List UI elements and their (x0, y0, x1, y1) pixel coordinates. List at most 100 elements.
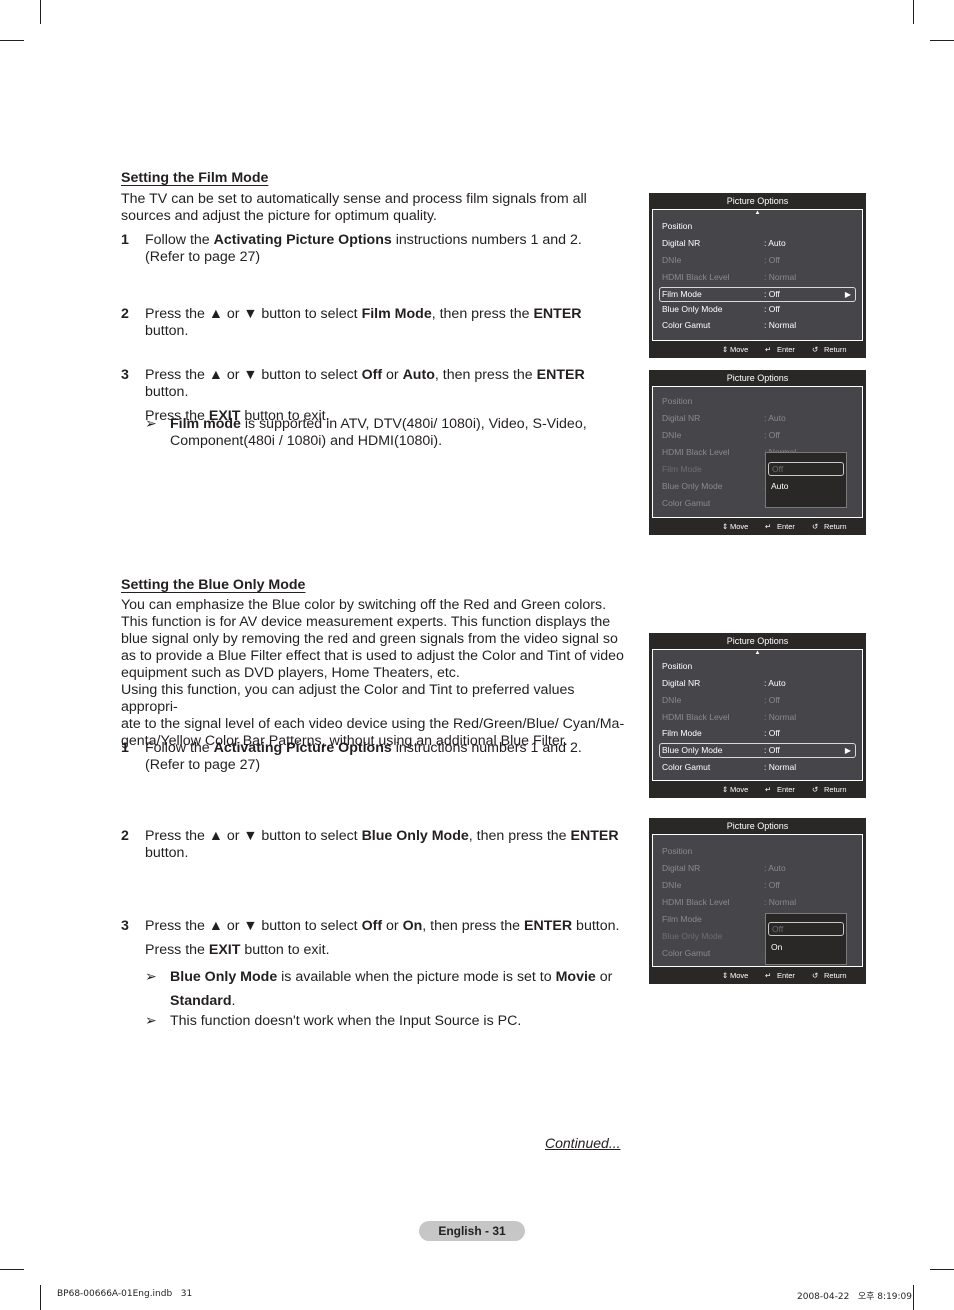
menu-item-film-mode[interactable]: Film Mode: Off ▶ (659, 287, 856, 302)
menu-item-label: Color Gamut (662, 762, 711, 772)
osd-menu-list: Position Digital NR: Auto DNIe: Off HDMI… (652, 834, 863, 967)
menu-item-position[interactable]: Position (659, 219, 856, 233)
step-text-bold: Off (361, 918, 383, 934)
menu-item-value: : Normal (764, 897, 797, 907)
step-text-bold: ENTER (524, 918, 573, 934)
blue-note-1: ➢ Blue Only Mode is available when the p… (145, 965, 625, 1013)
enter-hint: Enter (777, 522, 795, 531)
option-off[interactable]: Off (768, 462, 844, 476)
option-off[interactable]: Off (768, 922, 844, 936)
menu-item-label: Digital NR (662, 678, 701, 688)
return-hint: Return (824, 971, 847, 980)
menu-item-value: : Off (764, 695, 780, 705)
menu-item-color-gamut[interactable]: Color Gamut: Normal (659, 760, 856, 774)
menu-item-label: Position (662, 396, 693, 406)
film-intro-line: sources and adjust the picture for optim… (121, 208, 437, 224)
crop-mark (0, 1269, 24, 1270)
move-icon: ⇕ (722, 522, 729, 531)
menu-item-position: Position (659, 844, 856, 858)
menu-item-label: Blue Only Mode (662, 931, 723, 941)
scroll-up-icon[interactable]: ▲ (755, 210, 761, 216)
note-arrow-icon: ➢ (145, 969, 157, 985)
return-icon: ↺ (812, 522, 819, 531)
crop-mark (930, 40, 954, 41)
osd-title: Picture Options (726, 373, 789, 383)
menu-item-hdmi-black-level: HDMI Black Level: Normal (659, 710, 856, 724)
step-text-bold: Off (361, 367, 383, 383)
menu-item-label: HDMI Black Level (662, 897, 730, 907)
menu-item-value: : Normal (764, 712, 797, 722)
step-text: (Refer to page 27) (145, 249, 261, 265)
menu-item-label: HDMI Black Level (662, 272, 730, 282)
osd-menu-list: ▲ Position Digital NR: Auto DNIe: Off HD… (652, 209, 863, 341)
menu-item-blue-only-mode[interactable]: Blue Only Mode: Off (659, 302, 856, 316)
blue-step-1: 1 Follow the Activating Picture Options … (121, 740, 626, 774)
blue-intro-line: as to provide a Blue Filter effect that … (121, 648, 624, 664)
blue-step-2: 2 Press the ▲ or ▼ button to select Blue… (121, 828, 626, 862)
return-hint: Return (824, 522, 847, 531)
step-text: , then press the (434, 367, 537, 383)
note-arrow-icon: ➢ (145, 416, 157, 432)
menu-item-label: Blue Only Mode (662, 304, 723, 314)
step-text: Follow the (145, 740, 214, 756)
note-text: Component(480i / 1080i) and HDMI(1080i). (170, 433, 443, 449)
menu-item-film-mode[interactable]: Film Mode: Off (659, 726, 856, 740)
menu-item-label: Color Gamut (662, 948, 711, 958)
menu-item-value: : Off (764, 745, 780, 755)
menu-item-value: : Off (764, 255, 780, 265)
step-text-bold: Blue Only Mode (361, 828, 469, 844)
film-step-1: 1 Follow the Activating Picture Options … (121, 232, 626, 266)
menu-item-blue-only-mode[interactable]: Blue Only Mode: Off ▶ (659, 743, 856, 758)
menu-item-label: Position (662, 846, 693, 856)
film-note: ➢ Film mode is supported in ATV, DTV(480… (145, 416, 625, 450)
section-heading-film-mode: Setting the Film Mode (121, 170, 269, 186)
menu-item-position[interactable]: Position (659, 659, 856, 673)
step-text-bold: ENTER (533, 306, 582, 322)
osd-blue-only-mode-popup: Picture Options Position Digital NR: Aut… (649, 818, 866, 984)
note-text: . (231, 993, 236, 1009)
play-arrow-icon: ▶ (844, 290, 851, 299)
move-icon: ⇕ (722, 785, 729, 794)
menu-item-label: DNIe (662, 880, 682, 890)
menu-item-value: : Normal (764, 320, 797, 330)
return-hint: Return (824, 345, 847, 354)
step-text: Follow the (145, 232, 214, 248)
return-icon: ↺ (812, 971, 819, 980)
scroll-up-icon[interactable]: ▲ (755, 650, 761, 656)
note-text: This function doesn't work when the Inpu… (170, 1013, 522, 1029)
step-number: 3 (121, 918, 129, 934)
menu-item-color-gamut[interactable]: Color Gamut: Normal (659, 318, 856, 332)
step-text: Press the ▲ or ▼ button to select (145, 306, 362, 322)
step-text-bold: ENTER (536, 367, 585, 383)
film-step-2: 2 Press the ▲ or ▼ button to select Film… (121, 306, 626, 340)
option-auto[interactable]: Auto (768, 479, 844, 493)
step-text: button. (145, 845, 189, 861)
blue-intro-line: Using this function, you can adjust the … (121, 682, 575, 715)
section-heading-blue-only-mode: Setting the Blue Only Mode (121, 577, 306, 593)
note-text: is available when the picture mode is se… (277, 969, 556, 985)
note-text-bold: Film mode (170, 416, 241, 432)
menu-item-dnie: DNIe: Off (659, 878, 856, 892)
enter-hint: Enter (777, 785, 795, 794)
menu-item-label: DNIe (662, 430, 682, 440)
step-text: Press the ▲ or ▼ button to select (145, 918, 362, 934)
menu-item-label: Digital NR (662, 413, 701, 423)
move-hint: Move (730, 971, 749, 980)
menu-item-hdmi-black-level: HDMI Black Level : Normal (659, 895, 856, 909)
step-text-bold: Film Mode (361, 306, 432, 322)
menu-item-digital-nr[interactable]: Digital NR: Auto (659, 676, 856, 690)
film-mode-dropdown: Off Auto (765, 452, 847, 508)
menu-item-label: Film Mode (662, 728, 702, 738)
blue-only-mode-dropdown: Off On (765, 913, 847, 965)
menu-item-value: : Off (764, 430, 780, 440)
note-text: or (595, 969, 613, 985)
step-text-bold: EXIT (208, 942, 241, 958)
enter-icon: ↵ (765, 522, 772, 531)
osd-title: Picture Options (726, 196, 789, 206)
option-on[interactable]: On (768, 940, 844, 954)
menu-item-value: : Auto (764, 863, 786, 873)
menu-item-digital-nr[interactable]: Digital NR: Auto (659, 236, 856, 250)
step-text: Press the ▲ or ▼ button to select (145, 367, 362, 383)
osd-film-mode-selected: Picture Options ▲ Position Digital NR: A… (649, 193, 866, 358)
step-text-bold: Activating Picture Options (213, 232, 392, 248)
